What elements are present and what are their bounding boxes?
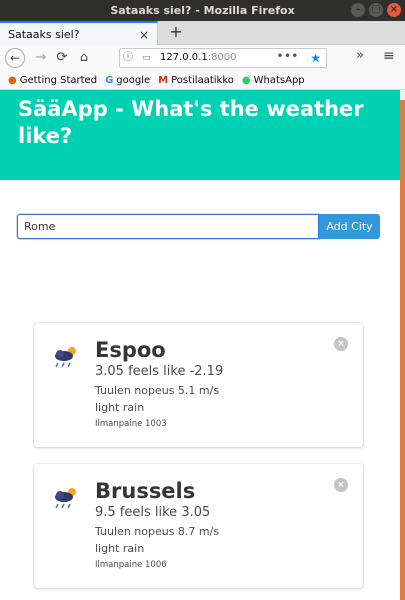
whatsapp-icon: ● [241,74,251,86]
page-title: SääApp - What's the weather like? [18,97,364,148]
info-icon[interactable]: ⓘ [123,49,133,67]
temperature: 3.05 feels like -2.19 [95,364,224,379]
city-name: Espoo [95,338,166,362]
pressure: Ilmanpaine 1006 [95,560,167,570]
tab-active[interactable]: Sataaks siel? × [0,21,158,45]
overflow-chevron-icon[interactable]: » [356,48,364,63]
maximize-icon[interactable]: □ [369,3,383,17]
reload-icon[interactable]: ⟳ [52,48,72,68]
rain-cloud-icon [55,488,76,509]
page-actions-icon[interactable]: ••• [277,48,299,66]
page-content: SääApp - What's the weather like? Add Ci… [0,90,400,600]
weather-card: Espoo 3.05 feels like -2.19 Tuulen nopeu… [34,323,363,447]
bookmarks-bar: ● Getting Started G google M Postilaatik… [0,71,405,90]
hero-banner: SääApp - What's the weather like? [0,90,400,180]
city-input[interactable] [17,214,319,239]
rain-cloud-icon [55,347,76,368]
bookmark-label: Postilaatikko [171,74,234,86]
navigation-bar: ← → ⟳ ⌂ ⓘ ▭ 127.0.0.1:8000 ••• ★ » ≡ [0,45,405,71]
url-bar[interactable]: ⓘ ▭ 127.0.0.1:8000 ••• ★ [119,48,327,68]
weather-description: light rain [95,401,145,414]
bookmark-star-icon[interactable]: ★ [310,49,321,67]
firefox-icon: ● [8,74,17,86]
tab-label: Sataaks siel? [8,28,80,41]
weather-card: Brussels 9.5 feels like 3.05 Tuulen nope… [34,464,363,588]
hamburger-menu-icon[interactable]: ≡ [383,48,395,64]
wind-speed: Tuulen nopeus 5.1 m/s [95,384,220,397]
weather-description: light rain [95,542,145,555]
add-city-button[interactable]: Add City [319,214,380,239]
back-arrow-icon[interactable]: ← [5,48,25,68]
url-port: :8000 [207,52,237,63]
bookmark-google[interactable]: G google [105,75,150,86]
scrollbar-thumb[interactable] [400,100,405,600]
bookmark-getting-started[interactable]: ● Getting Started [8,75,97,86]
delete-city-icon[interactable]: × [334,337,348,351]
forward-arrow-icon[interactable]: → [31,48,51,68]
add-city-form: Add City [17,214,380,239]
new-tab-icon[interactable]: + [164,21,188,45]
temperature: 9.5 feels like 3.05 [95,505,211,520]
url-text[interactable]: 127.0.0.1:8000 [160,49,237,67]
google-icon: G [105,74,114,86]
tab-strip: Sataaks siel? × + [0,21,405,45]
minimize-icon[interactable]: – [351,3,365,17]
gmail-icon: M [158,74,169,86]
wind-speed: Tuulen nopeus 8.7 m/s [95,525,220,538]
bookmark-label: WhatsApp [253,74,305,86]
url-host: 127.0.0.1 [160,52,208,63]
home-icon[interactable]: ⌂ [74,48,94,68]
close-window-icon[interactable]: × [387,3,401,17]
close-tab-icon[interactable]: × [139,23,149,47]
pressure: Ilmanpaine 1003 [95,419,167,429]
bookmark-whatsapp[interactable]: ● WhatsApp [242,75,305,86]
bookmark-postilaatikko[interactable]: M Postilaatikko [158,75,234,86]
window-title: Sataaks siel? - Mozilla Firefox [110,4,295,17]
delete-city-icon[interactable]: × [334,478,348,492]
connection-icon[interactable]: ▭ [142,49,151,67]
bookmark-label: Getting Started [19,74,98,86]
window-titlebar: Sataaks siel? - Mozilla Firefox – □ × [0,0,405,21]
bookmark-label: google [116,74,151,86]
city-name: Brussels [95,479,196,503]
